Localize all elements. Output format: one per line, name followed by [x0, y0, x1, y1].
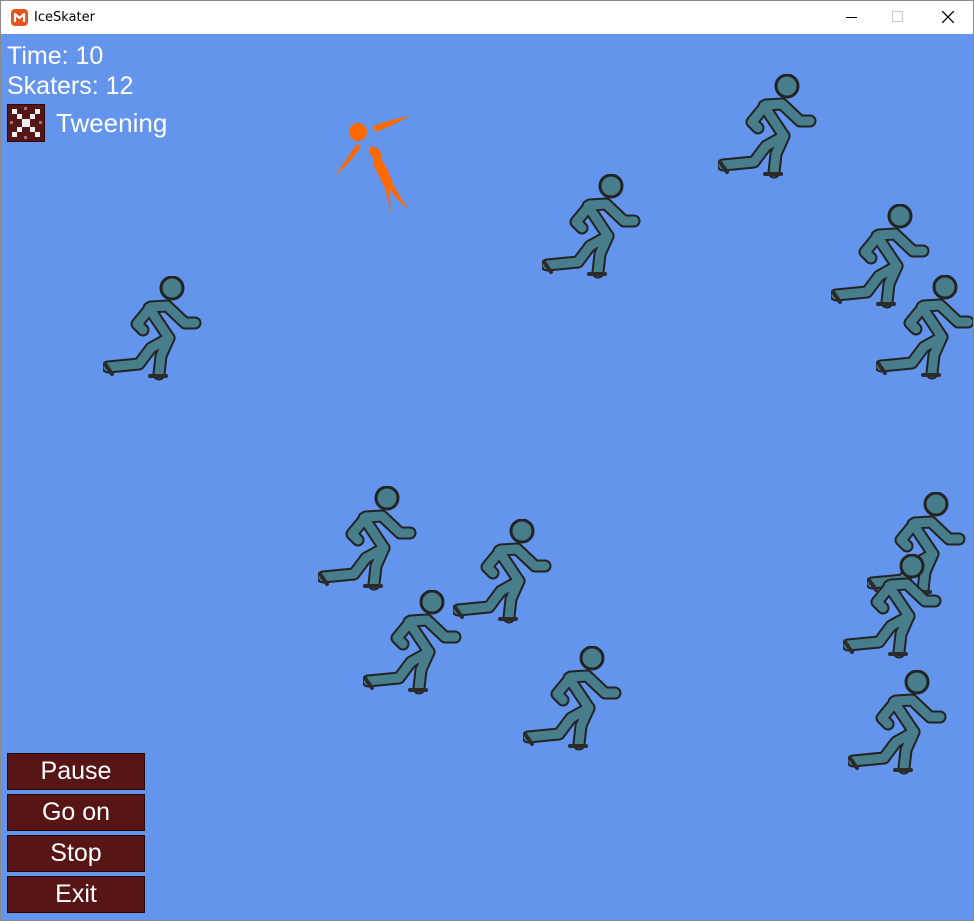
skater-figure-icon	[363, 590, 463, 700]
go-on-button[interactable]: Go on	[7, 794, 145, 831]
skater-figure-icon	[523, 646, 623, 756]
close-button[interactable]	[925, 1, 971, 34]
skater-figure-icon	[103, 276, 203, 386]
player-skater-icon[interactable]	[331, 114, 421, 224]
cross-pattern-icon[interactable]	[7, 104, 45, 142]
skater-figure-icon	[848, 670, 948, 780]
minimize-button[interactable]	[829, 1, 875, 34]
game-viewport[interactable]: Time: 10 Skaters: 12 Tweening Pause Go o…	[1, 34, 973, 920]
maximize-button[interactable]	[875, 1, 921, 34]
stop-button[interactable]: Stop	[7, 835, 145, 872]
time-display: Time: 10	[7, 42, 104, 70]
skater-figure-icon	[453, 519, 553, 629]
skater-figure-icon	[318, 486, 418, 596]
minimize-icon	[846, 17, 857, 18]
app-window: IceSkater Time: 10 Skaters: 12 Tweening …	[0, 0, 974, 921]
skater-figure-icon	[542, 174, 642, 284]
maximize-icon	[892, 11, 903, 22]
skater-figure-icon	[718, 74, 818, 184]
window-title: IceSkater	[34, 10, 95, 25]
monogame-icon	[11, 9, 28, 26]
exit-button[interactable]: Exit	[7, 876, 145, 913]
skater-figure-icon	[876, 275, 973, 385]
skater-figure-icon	[843, 554, 943, 664]
skater-count: Skaters: 12	[7, 72, 134, 100]
close-icon	[942, 11, 954, 23]
title-bar[interactable]: IceSkater	[1, 1, 973, 34]
mode-label: Tweening	[56, 108, 168, 138]
pause-button[interactable]: Pause	[7, 753, 145, 790]
